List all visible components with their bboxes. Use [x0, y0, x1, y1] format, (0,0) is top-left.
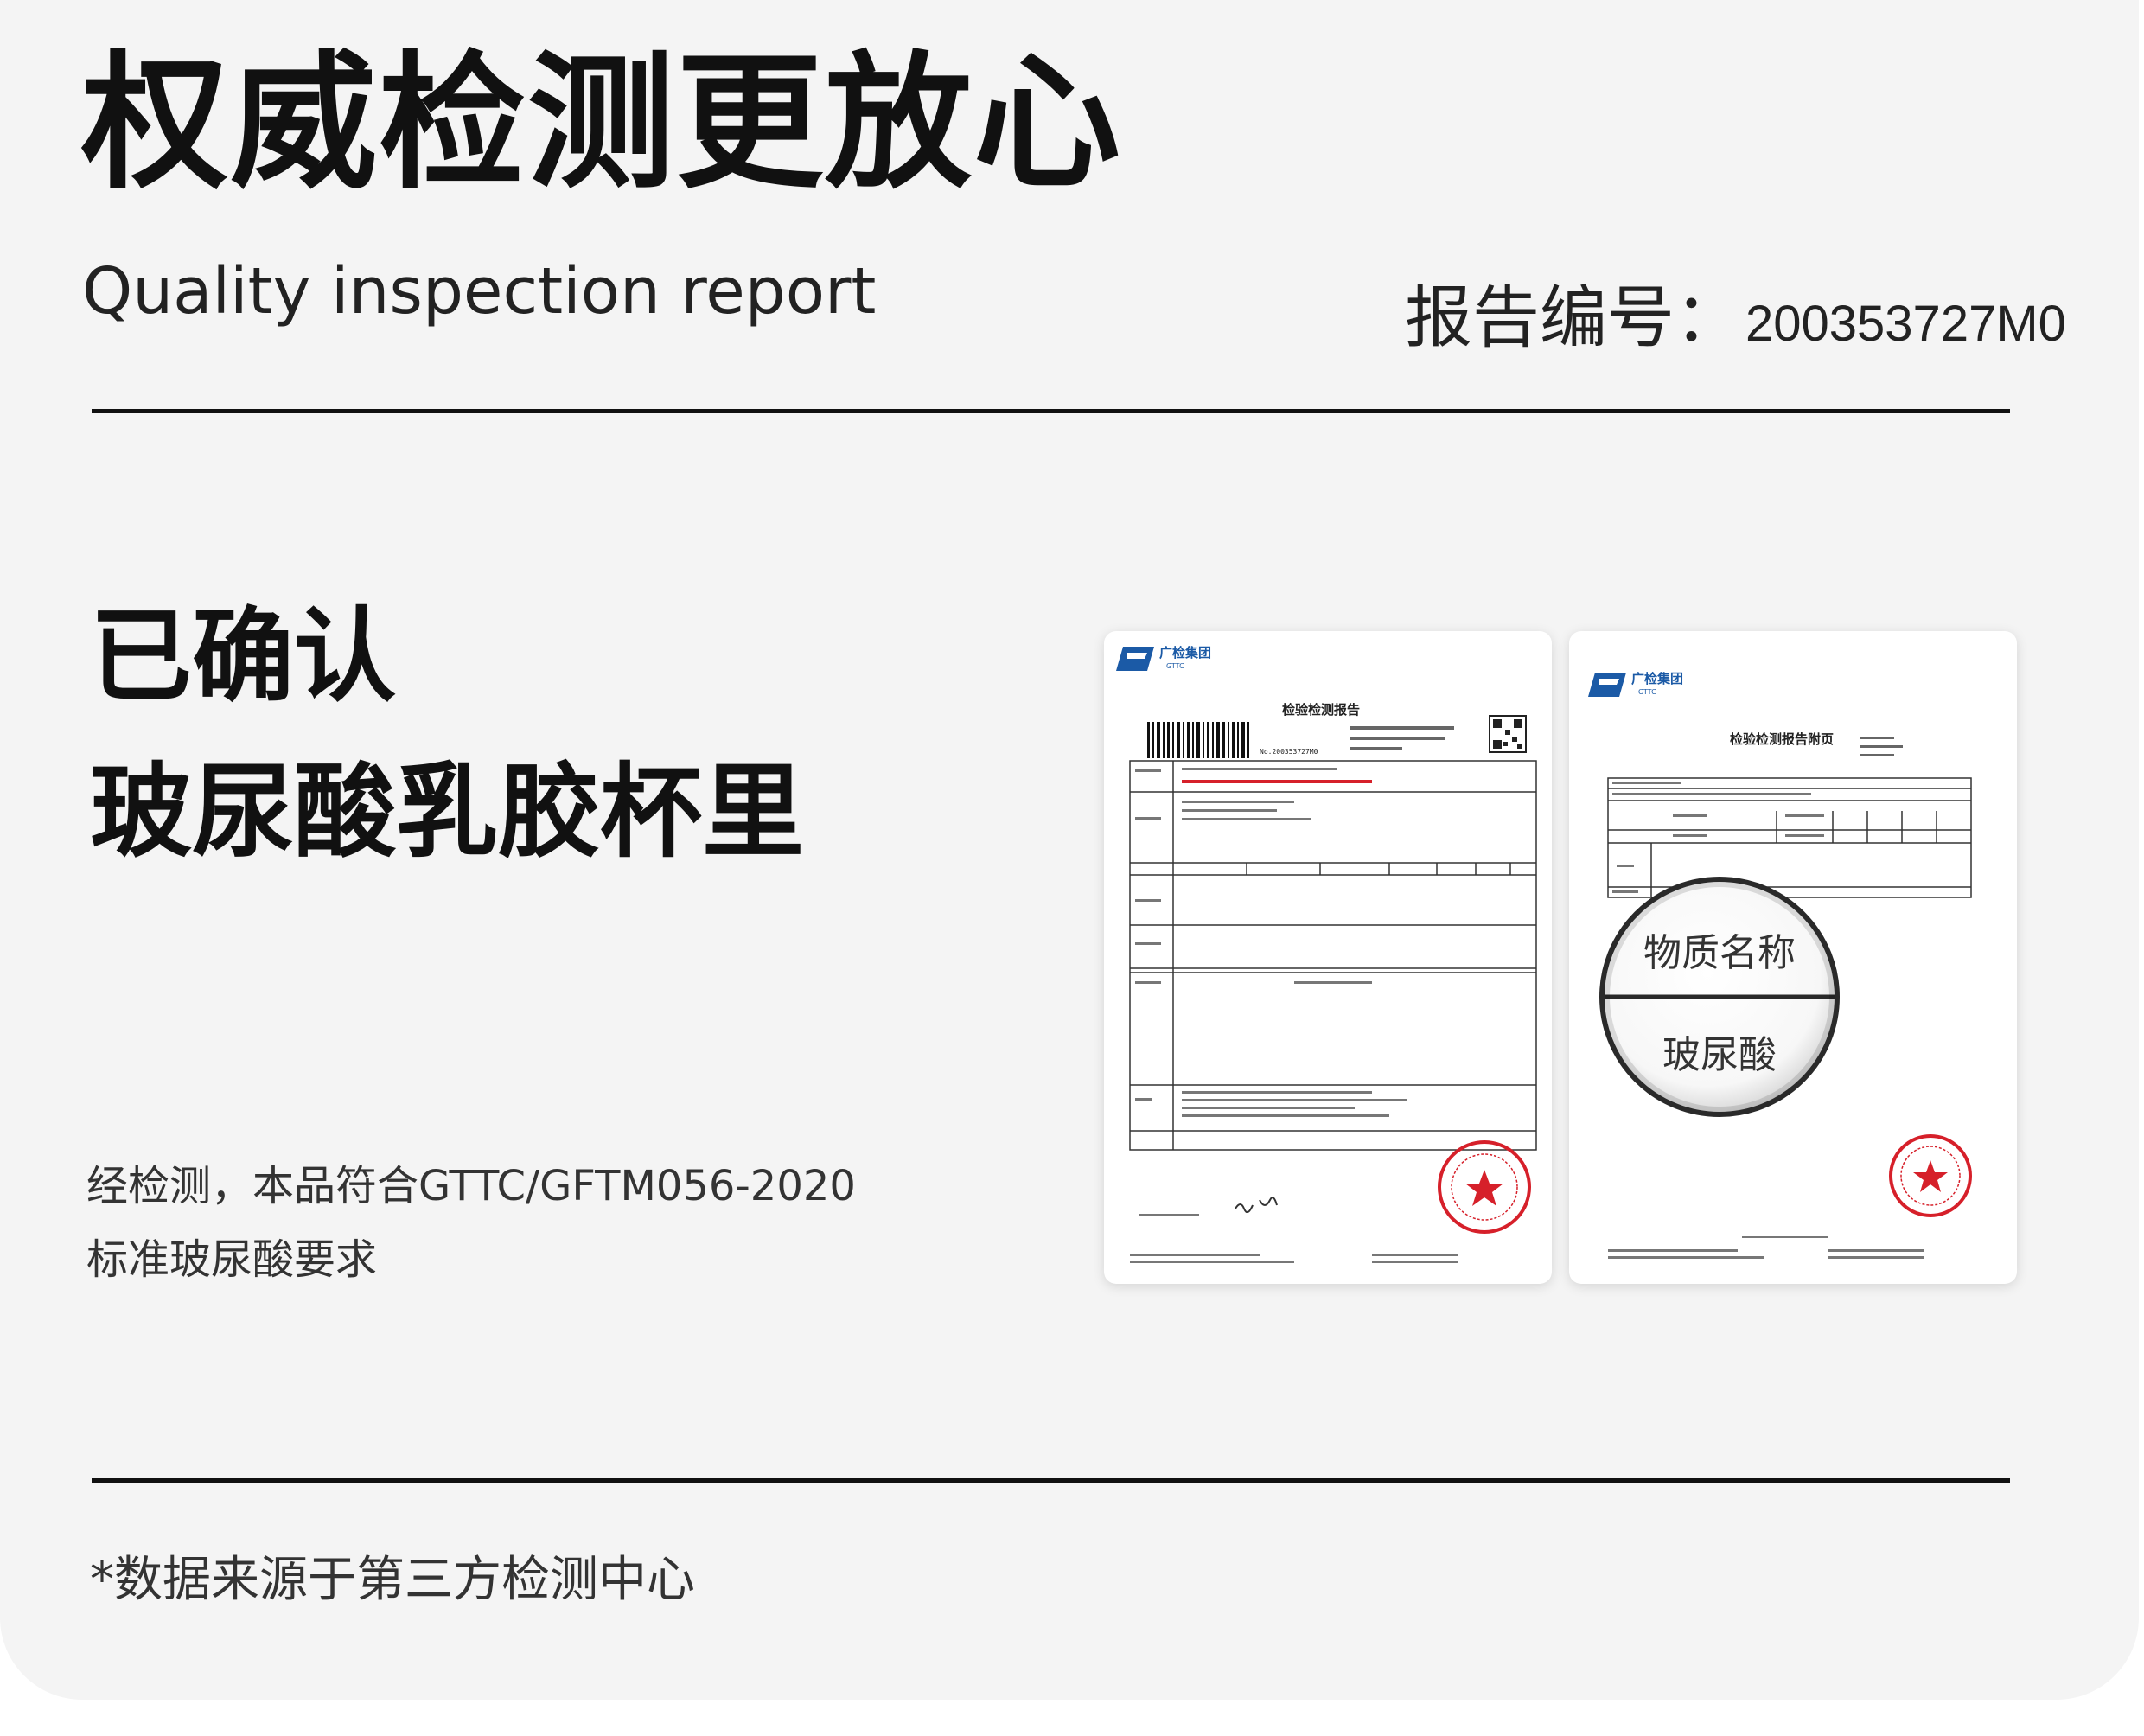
logo-name: 广检集团: [1159, 645, 1212, 661]
logo-name: 广检集团: [1631, 671, 1684, 686]
report-document-main: 广检集团 GTTC 检验检测报告 No.200353727M0: [1104, 631, 1552, 1284]
inspection-card: 权威检测更放心 Quality inspection report 报告编号： …: [0, 0, 2139, 1700]
magnifier-label: 物质名称: [1643, 931, 1796, 975]
confirm-heading: 已确认: [90, 597, 397, 716]
left-doc-title: 检验检测报告: [1282, 702, 1361, 718]
top-divider: [92, 409, 2010, 413]
magnifier-value: 玻尿酸: [1662, 1033, 1777, 1077]
report-number-value: 200353727M0: [1745, 296, 2066, 352]
left-report-code: No.200353727M0: [1260, 748, 1318, 756]
description-line-1: 经检测，本品符合GTTC/GFTM056-2020: [86, 1162, 856, 1210]
official-stamp-icon: [1889, 1134, 1972, 1217]
product-name: 玻尿酸乳胶杯里: [90, 752, 805, 871]
logo-abbr: GTTC: [1166, 662, 1184, 670]
logo-abbr: GTTC: [1638, 688, 1656, 696]
page-title: 权威检测更放心: [81, 38, 1123, 209]
magnifier-lens: 物质名称 玻尿酸: [1598, 875, 1841, 1119]
official-stamp-icon: [1438, 1140, 1531, 1234]
bottom-divider: [92, 1478, 2010, 1483]
barcode-icon: [1147, 722, 1249, 758]
report-document-main-graphic: [1116, 647, 1537, 1263]
right-doc-title: 检验检测报告附页: [1730, 731, 1835, 747]
report-number-label: 报告编号：: [1405, 279, 1743, 357]
inspection-description: 经检测，本品符合GTTC/GFTM056-2020 标准玻尿酸要求: [86, 1150, 951, 1297]
qr-code-icon: [1489, 715, 1527, 753]
data-source-footnote: *数据来源于第三方检测中心: [90, 1552, 695, 1608]
page-subtitle: Quality inspection report: [82, 254, 877, 329]
description-line-2: 标准玻尿酸要求: [86, 1235, 378, 1284]
report-number: 报告编号： 200353727M0: [1405, 264, 2066, 357]
